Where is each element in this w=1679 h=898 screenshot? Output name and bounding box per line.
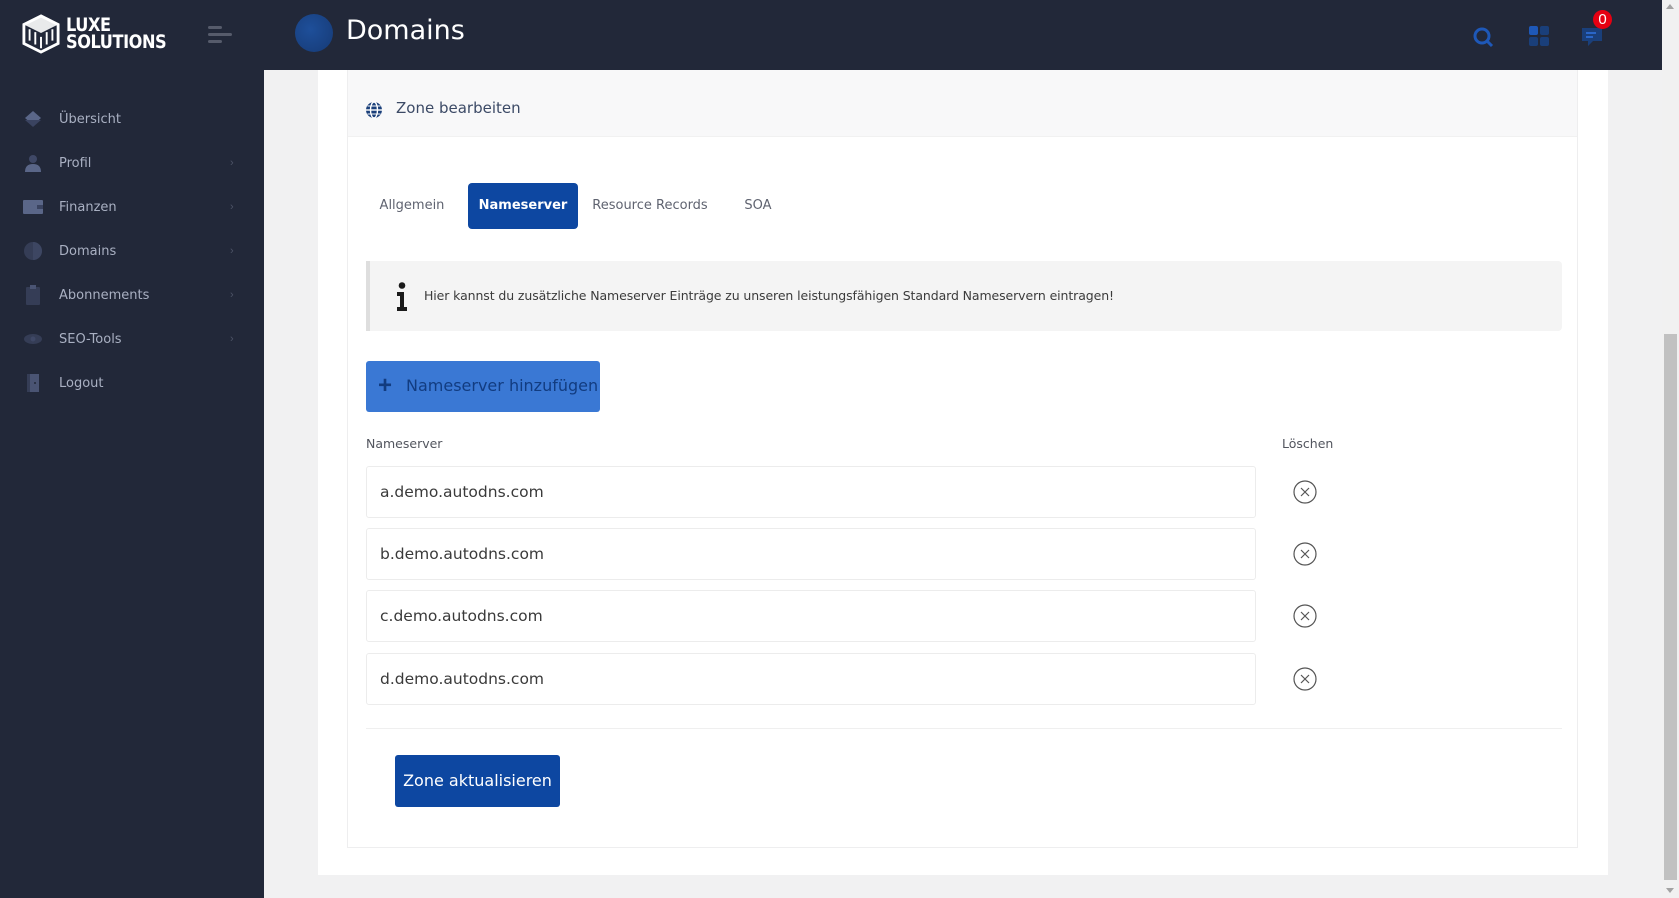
sidebar-item-label: Logout [59, 375, 104, 391]
scroll-up-arrow-icon[interactable] [1666, 4, 1674, 9]
chevron-right-icon: › [230, 245, 234, 257]
sidebar-item-abonnements[interactable]: Abonnements › [0, 275, 264, 315]
apps-grid-icon[interactable] [1528, 25, 1550, 47]
update-zone-button[interactable]: Zone aktualisieren [395, 755, 560, 807]
delete-circle-x-icon[interactable] [1293, 604, 1317, 628]
eye-icon [24, 334, 42, 344]
globe-icon [24, 242, 42, 260]
scroll-down-arrow-icon[interactable] [1666, 888, 1674, 893]
sidebar-item-label: Abonnements [59, 287, 150, 303]
add-nameserver-button[interactable]: + Nameserver hinzufügen [366, 361, 600, 412]
brand-line-2: SOLUTIONS [66, 31, 167, 53]
info-text: Hier kannst du zusätzliche Nameserver Ei… [424, 288, 1114, 303]
page-globe-icon [295, 14, 333, 52]
sidebar-item-label: Domains [59, 243, 117, 259]
user-icon [25, 155, 41, 172]
clipboard-icon [26, 285, 40, 305]
divider [366, 728, 1562, 729]
nameserver-input-2[interactable] [366, 528, 1256, 580]
nameserver-input-1[interactable] [366, 466, 1256, 518]
nameserver-input-3[interactable] [366, 590, 1256, 642]
chevron-right-icon: › [230, 157, 234, 169]
sidebar-item-label: Profil [59, 155, 92, 171]
info-icon [397, 282, 407, 311]
menu-toggle-icon[interactable] [208, 24, 232, 44]
sidebar-item-label: Übersicht [59, 111, 121, 127]
delete-column-label: Löschen [1282, 436, 1334, 451]
sidebar: Übersicht Profil › Finanzen › Domains › … [0, 70, 264, 898]
tab-nameserver[interactable]: Nameserver [468, 183, 578, 229]
door-icon [27, 374, 39, 392]
zone-edit-card: Zone bearbeiten Allgemein Nameserver Res… [347, 70, 1578, 848]
brand-name: LUXE SOLUTIONS [66, 16, 167, 53]
zone-tabs: Allgemein Nameserver Resource Records SO… [348, 183, 1577, 229]
delete-circle-x-icon[interactable] [1293, 667, 1317, 691]
top-header: LUXE SOLUTIONS Domains 0 [0, 0, 1662, 70]
sidebar-item-label: Finanzen [59, 199, 117, 215]
nameserver-column-label: Nameserver [366, 436, 443, 451]
sidebar-item-label: SEO-Tools [59, 331, 122, 347]
dashboard-icon [25, 111, 41, 127]
chevron-right-icon: › [230, 201, 234, 213]
card-header: Zone bearbeiten [348, 70, 1577, 137]
logo-cube-icon [22, 14, 60, 54]
sidebar-item-uebersicht[interactable]: Übersicht [0, 99, 264, 139]
card-title: Zone bearbeiten [396, 99, 521, 117]
tab-resource-records[interactable]: Resource Records [588, 183, 712, 229]
sidebar-item-seo-tools[interactable]: SEO-Tools › [0, 319, 264, 359]
tab-allgemein[interactable]: Allgemein [366, 183, 458, 229]
sidebar-item-profil[interactable]: Profil › [0, 143, 264, 183]
page-title: Domains [346, 15, 465, 46]
info-alert: Hier kannst du zusätzliche Nameserver Ei… [366, 261, 1562, 331]
sidebar-item-domains[interactable]: Domains › [0, 231, 264, 271]
scrollbar-thumb[interactable] [1664, 334, 1677, 880]
brand-logo[interactable]: LUXE SOLUTIONS [22, 14, 184, 54]
nameserver-row [366, 528, 1606, 580]
search-icon[interactable] [1472, 26, 1494, 48]
delete-circle-x-icon[interactable] [1293, 542, 1317, 566]
tab-soa[interactable]: SOA [728, 183, 788, 229]
delete-circle-x-icon[interactable] [1293, 480, 1317, 504]
nameserver-row [366, 653, 1606, 705]
wallet-icon [23, 200, 43, 214]
chevron-right-icon: › [230, 333, 234, 345]
chevron-right-icon: › [230, 289, 234, 301]
notification-badge: 0 [1593, 10, 1612, 29]
page-scrollbar[interactable] [1662, 0, 1679, 898]
nameserver-row [366, 466, 1606, 518]
nameserver-row [366, 590, 1606, 642]
sidebar-item-logout[interactable]: Logout [0, 363, 264, 403]
plus-icon: + [378, 372, 393, 399]
sidebar-item-finanzen[interactable]: Finanzen › [0, 187, 264, 227]
globe-icon [366, 101, 382, 119]
nameserver-input-4[interactable] [366, 653, 1256, 705]
add-nameserver-label: Nameserver hinzufügen [406, 376, 599, 395]
